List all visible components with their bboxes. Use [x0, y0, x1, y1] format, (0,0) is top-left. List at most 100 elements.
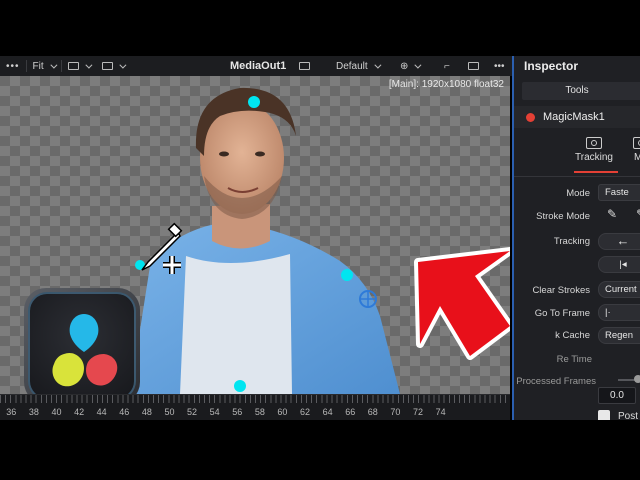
lut-dropdown[interactable]: Default — [330, 56, 385, 76]
viewer-node-name: MediaOut1 — [230, 60, 287, 72]
skip-start-icon: |◂ — [619, 259, 627, 270]
ruler-number: 42 — [74, 407, 85, 417]
crosshair-icon[interactable] — [359, 290, 377, 308]
stroke-mode-label: Stroke Mode — [536, 211, 590, 222]
chevron-down-icon — [374, 61, 382, 69]
resolve-icon — [52, 314, 118, 387]
more-icon: ••• — [6, 60, 20, 72]
lut-icon: ⊕ — [400, 60, 409, 72]
viewer-mode-button[interactable] — [462, 56, 485, 76]
inspector-title: Inspector — [524, 59, 579, 73]
processed-frames-label: Processed Frames — [516, 376, 596, 387]
logo-inner — [28, 292, 136, 394]
tab-tracking-label: Tracking — [575, 152, 613, 163]
ruler-ticks — [0, 395, 510, 403]
chevron-down-icon — [119, 61, 127, 69]
clear-current-button[interactable]: Current — [598, 281, 640, 298]
active-tab-indicator — [574, 171, 618, 173]
node-name: MagicMask1 — [543, 111, 605, 123]
mode-label: Mode — [566, 188, 590, 199]
ruler-number: 64 — [322, 407, 333, 417]
cache-label: k Cache — [555, 330, 590, 341]
stroke-add-icon[interactable]: ✎ — [607, 207, 617, 221]
fit-dropdown[interactable]: Fit — [27, 56, 61, 76]
stroke-subtract-icon[interactable]: ✎ — [636, 207, 640, 221]
matte-icon — [633, 137, 640, 149]
annotation-arrow-icon — [414, 247, 510, 360]
roi-icon — [101, 62, 113, 70]
ruler-number: 40 — [51, 407, 62, 417]
tshirt-shape — [180, 254, 292, 394]
ruler-number: 50 — [164, 407, 175, 417]
tracker-point[interactable] — [341, 269, 353, 281]
viewer-toolbar: ••• Fit MediaOut1 Default ⊕ ⌐ ••• — [0, 56, 512, 76]
roi-toggle-icon: ⌐ — [444, 60, 450, 72]
ruler-number: 72 — [412, 407, 423, 417]
tracker-point[interactable] — [248, 96, 260, 108]
ruler-number: 56 — [232, 407, 243, 417]
ruler-number: 48 — [141, 407, 152, 417]
ruler-number: 54 — [209, 407, 220, 417]
post-label: Post — [618, 411, 639, 420]
viewer-more-button[interactable]: ••• — [488, 56, 511, 76]
tab-tracking[interactable]: Tracking — [574, 134, 618, 173]
ruler-numbers: 36 38 40 42 44 46 48 50 52 54 56 58 60 62 64 66 68 70 72 74 — [0, 407, 510, 417]
chevron-down-icon — [414, 61, 422, 69]
ruler-number: 52 — [187, 407, 198, 417]
viewer-canvas[interactable]: [Main]: 1920x1080 float32 — [0, 76, 510, 394]
lut-toggle-button[interactable]: ⊕ — [394, 56, 425, 76]
lut-label: Default — [336, 60, 368, 72]
slider-knob[interactable] — [634, 375, 640, 383]
ruler-number: 66 — [345, 407, 356, 417]
track-reverse-button[interactable]: ← — [598, 233, 640, 250]
post-checkbox[interactable] — [598, 410, 610, 420]
ruler-number: 38 — [28, 407, 39, 417]
ruler-number: 60 — [277, 407, 288, 417]
ruler-number: 68 — [367, 407, 378, 417]
arrow-left-icon: ← — [616, 233, 630, 248]
timeline-ruler[interactable]: 36 38 40 42 44 46 48 50 52 54 56 58 60 62 64 66 68 70 72 74 — [0, 394, 510, 420]
tracking-label: Tracking — [553, 236, 590, 247]
letterbox-bottom — [0, 420, 640, 480]
checker-dropdown[interactable] — [62, 56, 96, 76]
node-row[interactable]: MagicMask1 — [514, 106, 640, 128]
ruler-number: 62 — [300, 407, 311, 417]
checker-icon — [67, 62, 79, 70]
track-to-start-button[interactable]: |◂ — [598, 256, 640, 273]
ruler-number: 36 — [6, 407, 17, 417]
ruler-number: 70 — [390, 407, 401, 417]
divider — [514, 176, 640, 177]
processed-frames-value[interactable]: 0.0 — [598, 387, 636, 404]
tab-matte-label: Ma — [634, 152, 640, 163]
tab-matte[interactable]: Ma — [626, 134, 640, 163]
tracker-point[interactable] — [234, 380, 246, 392]
chevron-down-icon — [85, 61, 93, 69]
regen-button[interactable]: Regen — [598, 327, 640, 344]
letterbox-top — [0, 0, 640, 56]
eye-shape — [219, 151, 229, 157]
screen: ••• Fit MediaOut1 Default ⊕ ⌐ ••• [Main]… — [0, 0, 640, 480]
davinci-resolve-logo — [24, 288, 140, 394]
channel-icon — [299, 62, 310, 70]
chevron-down-icon — [50, 61, 58, 69]
roi-toggle-button[interactable]: ⌐ — [438, 56, 456, 76]
clear-strokes-label: Clear Strokes — [532, 285, 590, 296]
viewer-options-button[interactable]: ••• — [0, 56, 26, 76]
go-frame-icon: |· — [605, 307, 611, 318]
roi-dropdown[interactable] — [96, 56, 130, 76]
inspector-tabs: Tracking Ma — [514, 134, 640, 174]
inspector-panel: Inspector Tools MagicMask1 Tracking Ma M… — [512, 56, 640, 420]
viewer-mode-icon — [468, 62, 479, 70]
tracking-icon — [586, 137, 602, 149]
go-to-frame-label: Go To Frame — [534, 308, 590, 319]
mode-dropdown[interactable]: Faste — [598, 184, 640, 201]
ruler-number: 46 — [119, 407, 130, 417]
more-icon: ••• — [494, 60, 505, 72]
ruler-number: 74 — [435, 407, 446, 417]
reference-time-label: Re Time — [556, 354, 592, 365]
go-to-frame-button[interactable]: |· — [598, 304, 640, 321]
node-enable-toggle[interactable] — [526, 112, 535, 122]
ruler-number: 44 — [96, 407, 107, 417]
tools-tab[interactable]: Tools — [522, 82, 640, 100]
channel-button[interactable] — [293, 56, 316, 76]
